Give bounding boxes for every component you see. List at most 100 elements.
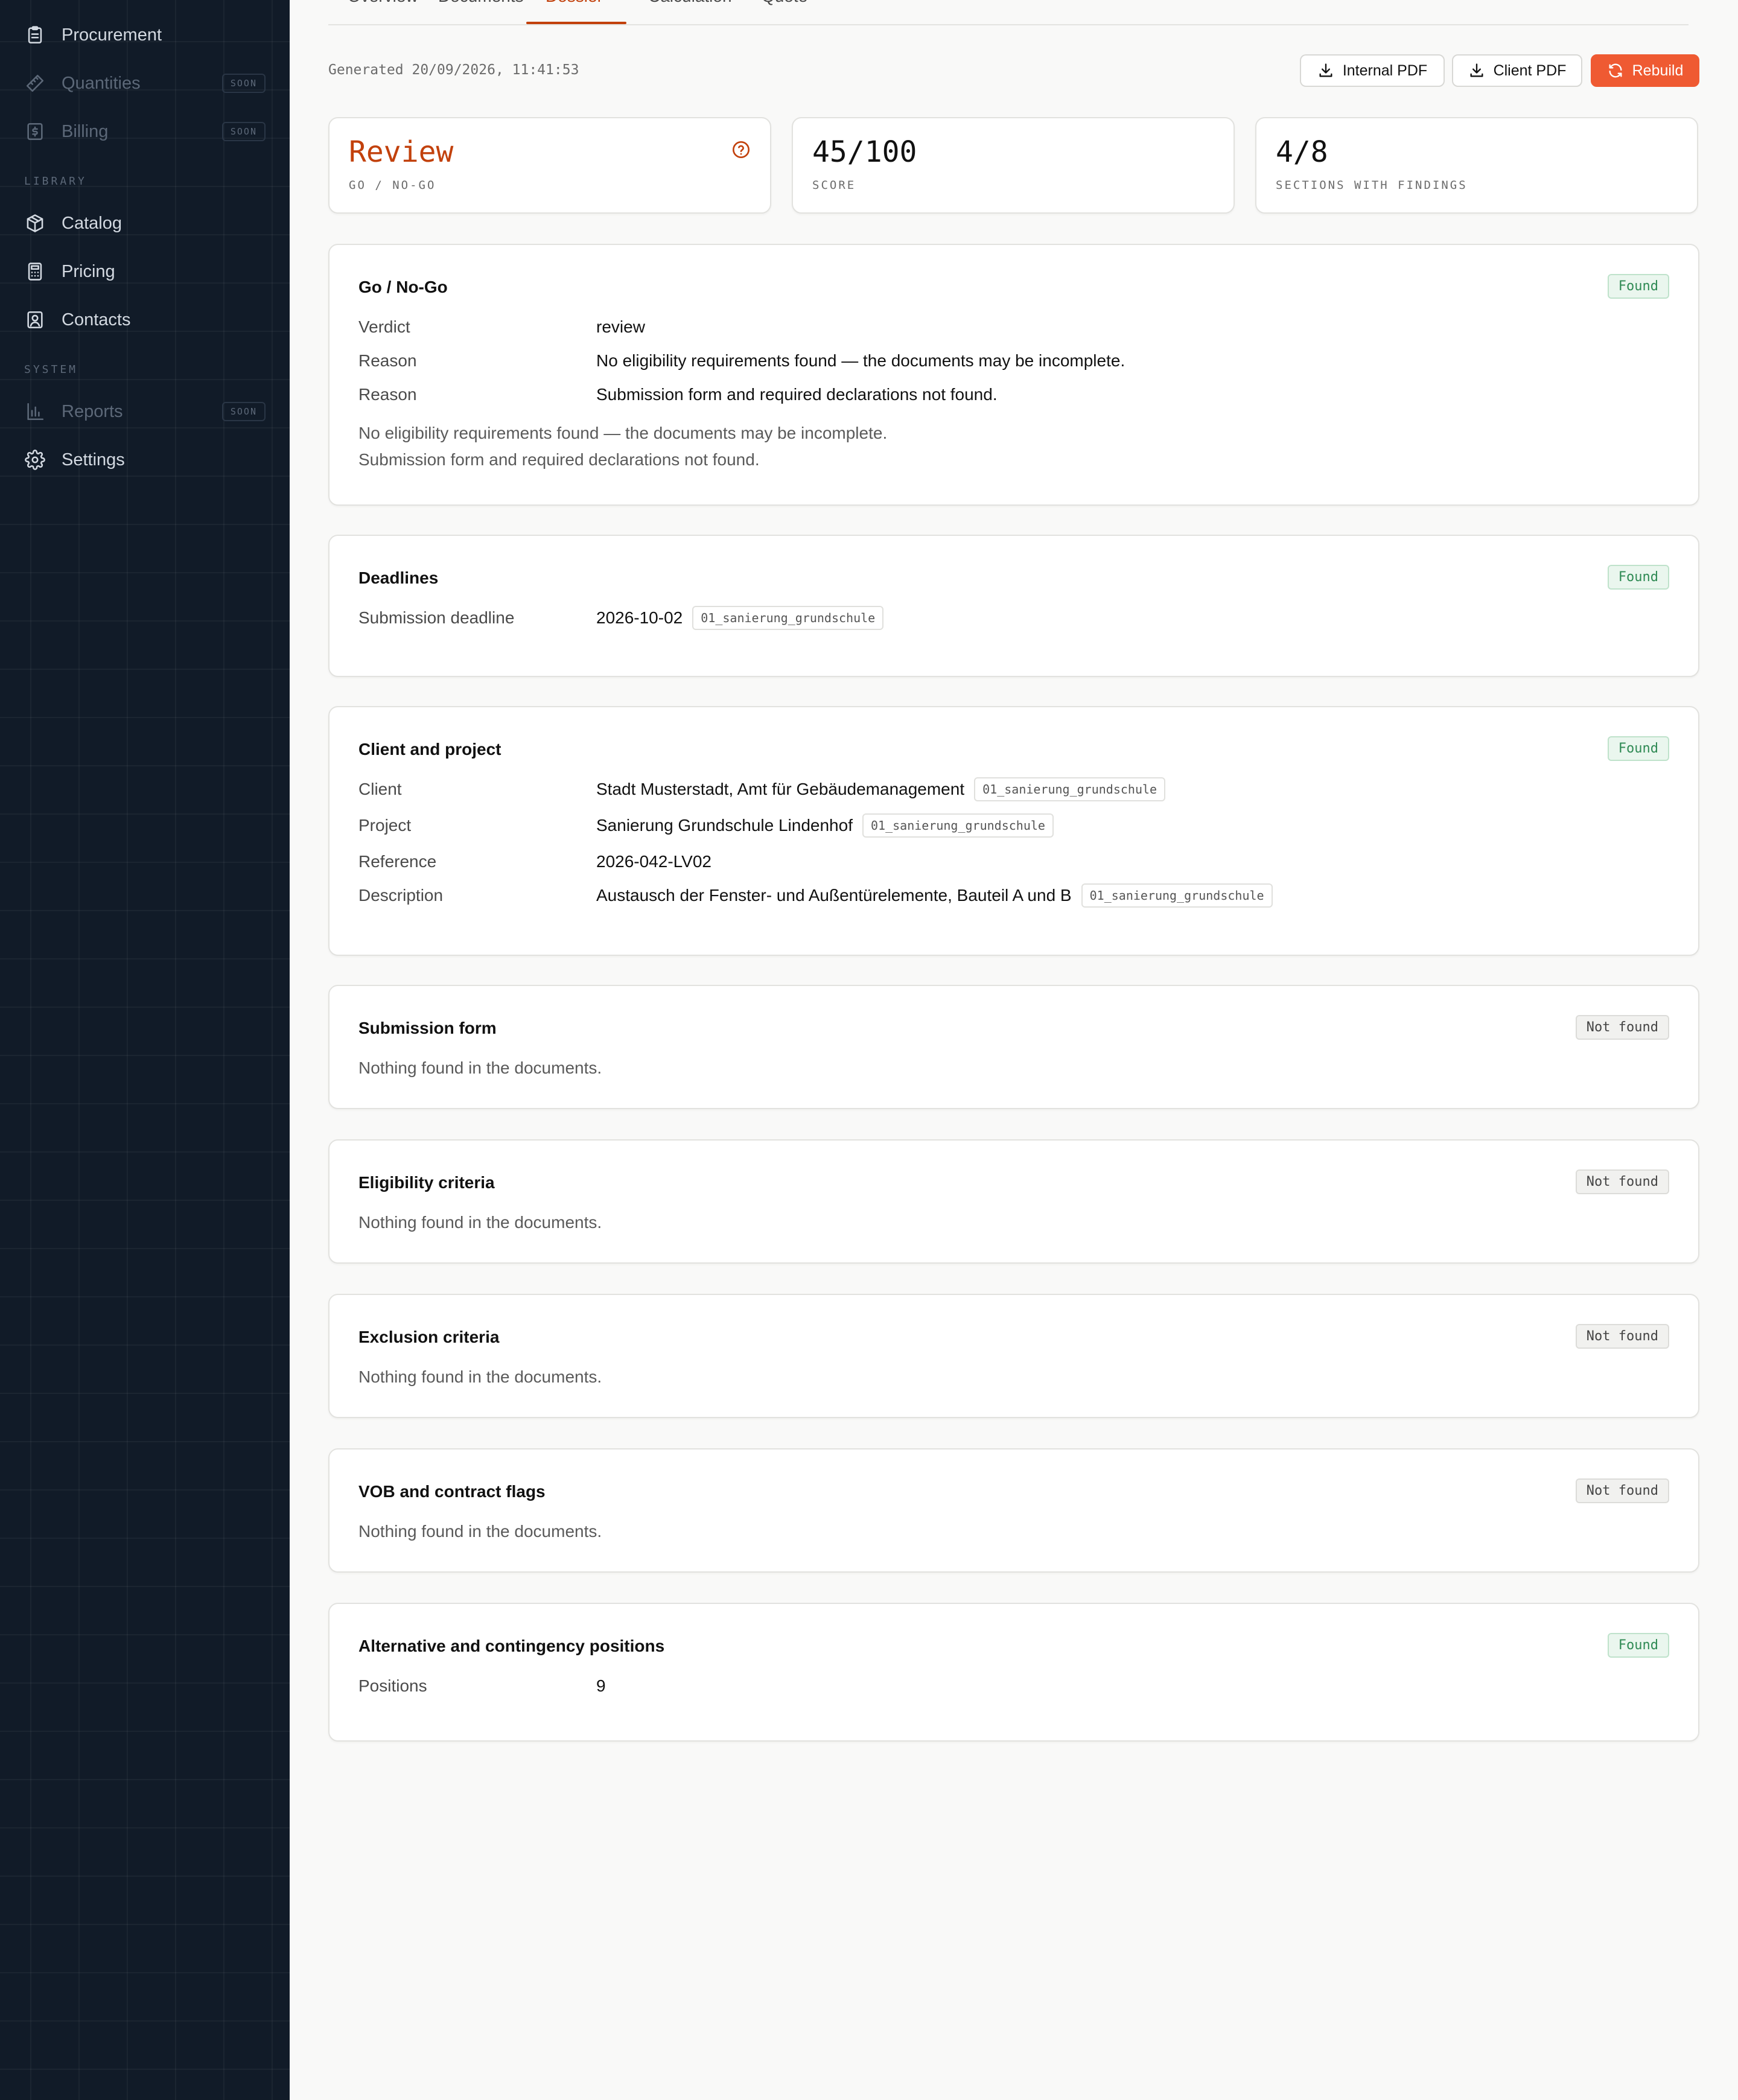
dollar-receipt-icon	[24, 121, 46, 142]
verdict-stat-card: Review GO / NO-GO	[328, 117, 771, 214]
status-badge: Found	[1607, 736, 1669, 761]
value-text: 2026-10-02	[596, 608, 683, 627]
field-value: Stadt Musterstadt, Amt für Gebäudemanage…	[596, 777, 1166, 801]
value-text: 2026-042-LV02	[596, 852, 711, 871]
section-client-project: Client and project Found Client Stadt Mu…	[328, 706, 1699, 956]
internal-pdf-label: Internal PDF	[1342, 62, 1428, 79]
tab-overview[interactable]: Overview	[348, 0, 418, 6]
findings-stat-card: 4/8 SECTIONS WITH FINDINGS	[1255, 117, 1698, 214]
field-row: Reference 2026-042-LV02	[358, 850, 711, 874]
sidebar-item-pricing[interactable]: Pricing	[24, 252, 266, 291]
field-label: Description	[358, 886, 444, 905]
download-icon	[1319, 63, 1332, 77]
soon-badge: SOON	[221, 122, 266, 141]
field-row: Description Austausch der Fenster- und A…	[358, 883, 1273, 908]
soon-badge: SOON	[221, 74, 266, 93]
field-label: Reason	[358, 351, 417, 370]
section-title: Alternative and contingency positions	[358, 1637, 665, 1655]
section-title: VOB and contract flags	[358, 1482, 546, 1501]
status-badge: Not found	[1575, 1478, 1669, 1503]
section-title: Go / No-Go	[358, 278, 448, 296]
source-chip[interactable]: 01_sanierung_grundschule	[974, 777, 1166, 801]
sidebar-item-label: Pricing	[62, 261, 115, 281]
sidebar: Procurement Quantities SOON Billing SOON…	[0, 0, 290, 2100]
sidebar-item-contacts[interactable]: Contacts	[24, 301, 266, 339]
tab-quote[interactable]: Quote	[762, 0, 807, 6]
value-text: Sanierung Grundschule Lindenhof	[596, 816, 853, 835]
field-row: Reason Submission form and required decl…	[358, 383, 998, 407]
help-circle-icon[interactable]	[731, 140, 751, 159]
sidebar-item-label: Contacts	[62, 310, 131, 329]
bar-chart-icon	[24, 401, 46, 422]
section-title: Deadlines	[358, 568, 439, 587]
section-title: Client and project	[358, 740, 501, 759]
sidebar-item-procurement[interactable]: Procurement	[24, 16, 266, 54]
status-badge: Found	[1607, 565, 1669, 590]
sidebar-item-billing[interactable]: Billing SOON	[24, 112, 266, 151]
field-value: review	[596, 317, 645, 337]
section-deadlines: Deadlines Found Submission deadline 2026…	[328, 535, 1699, 677]
verdict-value: Review	[349, 135, 454, 169]
rebuild-label: Rebuild	[1632, 62, 1684, 79]
findings-value: 4/8	[1276, 135, 1328, 169]
sidebar-item-catalog[interactable]: Catalog	[24, 204, 266, 243]
section-label-library: LIBRARY	[24, 175, 87, 188]
sidebar-item-label: Catalog	[62, 213, 122, 233]
value-text: Austausch der Fenster- und Außentüreleme…	[596, 886, 1072, 905]
sidebar-item-settings[interactable]: Settings	[24, 441, 266, 479]
score-value: 45/100	[812, 135, 917, 169]
soon-badge: SOON	[221, 402, 266, 421]
field-row: Verdict review	[358, 315, 645, 339]
field-value: Submission form and required declaration…	[596, 385, 998, 404]
sidebar-item-reports[interactable]: Reports SOON	[24, 392, 266, 431]
sidebar-item-label: Reports	[62, 401, 123, 421]
field-label: Positions	[358, 1676, 427, 1695]
client-pdf-label: Client PDF	[1493, 62, 1567, 79]
empty-note: Nothing found in the documents.	[358, 1058, 602, 1077]
value-text: No eligibility requirements found — the …	[596, 351, 1125, 370]
box-icon	[24, 212, 46, 234]
status-badge: Not found	[1575, 1015, 1669, 1040]
field-label: Reason	[358, 385, 417, 404]
field-row: Reason No eligibility requirements found…	[358, 349, 1125, 373]
reason-note: Submission form and required declaration…	[358, 450, 760, 469]
section-title: Eligibility criteria	[358, 1173, 495, 1192]
value-text: review	[596, 317, 645, 336]
source-chip[interactable]: 01_sanierung_grundschule	[692, 606, 884, 630]
value-text: 9	[596, 1676, 606, 1695]
tab-dossier[interactable]: Dossier	[546, 0, 603, 6]
active-tab-indicator	[526, 22, 626, 24]
section-exclusion-criteria: Exclusion criteria Not found Nothing fou…	[328, 1294, 1699, 1418]
section-submission-form: Submission form Not found Nothing found …	[328, 985, 1699, 1109]
client-pdf-button[interactable]: Client PDF	[1452, 54, 1582, 87]
field-label: Reference	[358, 852, 437, 871]
contact-card-icon	[24, 309, 46, 331]
source-chip[interactable]: 01_sanierung_grundschule	[1081, 883, 1273, 908]
section-vob-contract-flags: VOB and contract flags Not found Nothing…	[328, 1448, 1699, 1573]
empty-note: Nothing found in the documents.	[358, 1213, 602, 1232]
section-go-no-go: Go / No-Go Found Verdict review Reason N…	[328, 244, 1699, 506]
empty-note: Nothing found in the documents.	[358, 1367, 602, 1386]
field-value: Sanierung Grundschule Lindenhof 01_sanie…	[596, 813, 1054, 838]
tab-documents[interactable]: Documents	[438, 0, 524, 6]
tab-calculation[interactable]: Calculation	[648, 0, 732, 6]
field-label: Submission deadline	[358, 608, 515, 627]
value-text: Submission form and required declaration…	[596, 385, 998, 404]
field-row: Submission deadline 2026-10-02 01_sanier…	[358, 606, 884, 630]
field-value: No eligibility requirements found — the …	[596, 351, 1125, 371]
rebuild-button[interactable]: Rebuild	[1591, 54, 1699, 87]
empty-note: Nothing found in the documents.	[358, 1522, 602, 1541]
source-chip[interactable]: 01_sanierung_grundschule	[862, 813, 1054, 838]
sidebar-item-label: Billing	[62, 121, 109, 141]
sidebar-item-quantities[interactable]: Quantities SOON	[24, 64, 266, 103]
tab-bar: Overview Documents Dossier Calculation Q…	[328, 0, 1689, 25]
status-badge: Not found	[1575, 1169, 1669, 1194]
field-row: Client Stadt Musterstadt, Amt für Gebäud…	[358, 777, 1166, 801]
verdict-caption: GO / NO-GO	[349, 179, 436, 192]
field-value: 2026-10-02 01_sanierung_grundschule	[596, 606, 884, 630]
gear-icon	[24, 449, 46, 471]
field-row: Positions 9	[358, 1674, 606, 1698]
reason-note: No eligibility requirements found — the …	[358, 424, 888, 442]
sidebar-item-label: Settings	[62, 450, 125, 469]
internal-pdf-button[interactable]: Internal PDF	[1300, 54, 1445, 87]
